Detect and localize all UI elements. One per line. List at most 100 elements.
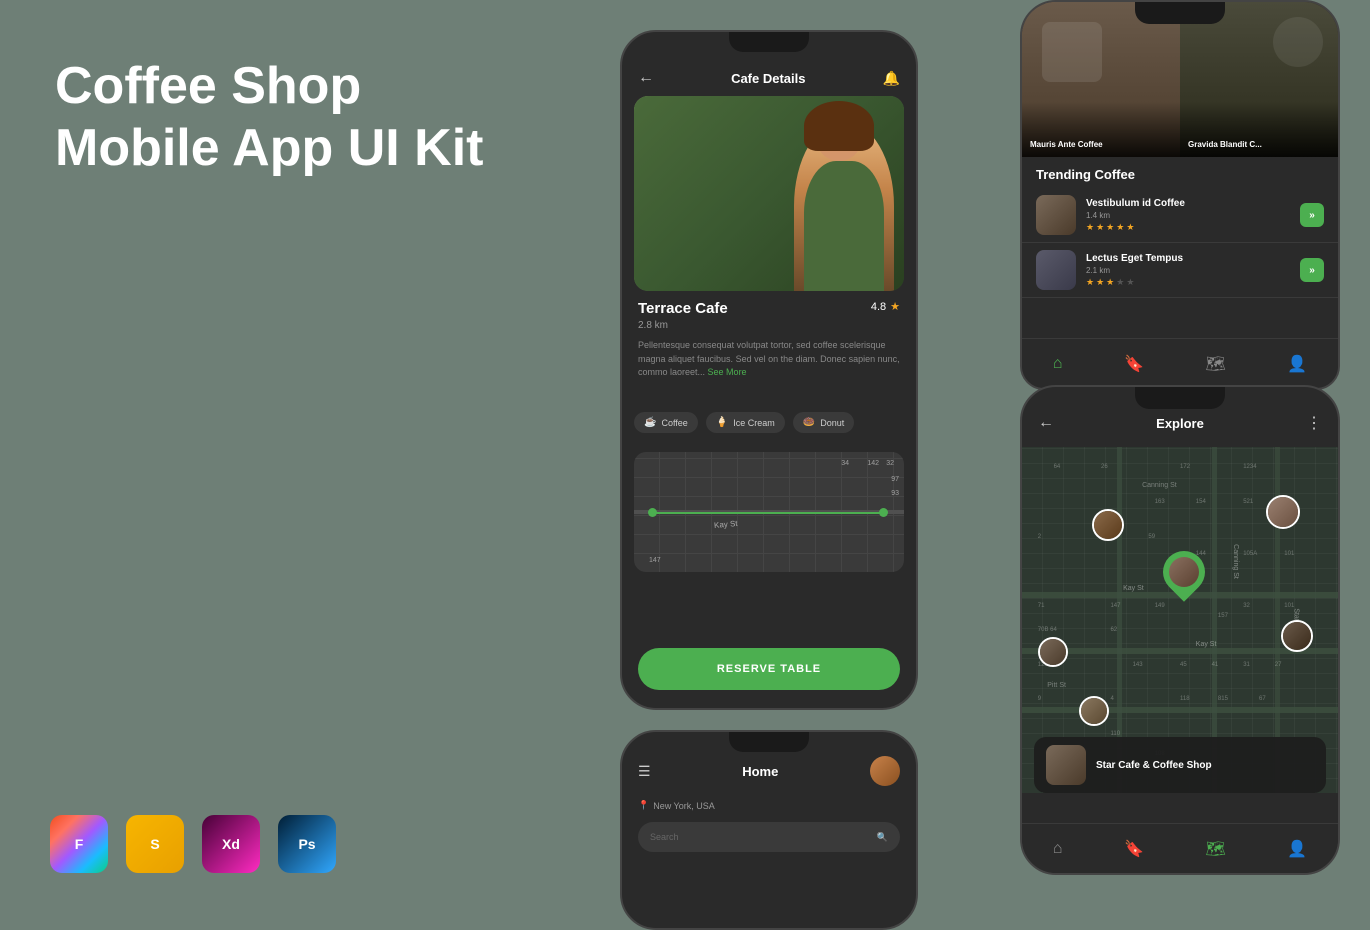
trending-item-2[interactable]: Lectus Eget Tempus 2.1 km ★ ★ ★ ★ ★ » (1022, 243, 1338, 298)
map-num: 1234 (1243, 464, 1256, 470)
map-num: 59 (1148, 534, 1155, 540)
pill-coffee[interactable]: ☕ Coffee (634, 412, 698, 433)
pill-donut[interactable]: 🍩 Donut (793, 412, 854, 433)
cafe-distance: 2.8 km (638, 320, 900, 331)
trending-item-1[interactable]: Vestibulum id Coffee 1.4 km ★ ★ ★ ★ ★ » (1022, 188, 1338, 243)
phone-notch-trending (1135, 2, 1225, 24)
xd-icon: Xd (202, 815, 260, 873)
street-label-6: Pitt St (1047, 682, 1066, 689)
icecream-icon: 🍦 (716, 417, 728, 428)
home-title: Home (742, 764, 778, 779)
map-number: 97 (891, 476, 899, 483)
stars-row-2: ★ ★ ★ ★ ★ (1086, 277, 1290, 288)
search-icon: 🔍 (877, 832, 888, 843)
map-start-dot (648, 508, 657, 517)
search-bar[interactable]: Search 🔍 (638, 822, 900, 852)
map-num: 157 (1218, 613, 1228, 619)
street-label-1: Kay St (1123, 585, 1144, 592)
map-num: 118 (1180, 696, 1190, 702)
bell-icon[interactable]: 🔔 (883, 70, 900, 87)
trending-title: Trending Coffee (1022, 157, 1338, 188)
street-label-2: Kay St (1196, 641, 1217, 648)
nav-map-explore[interactable]: 🗺 (1205, 839, 1225, 859)
map-num: 105A (1243, 551, 1257, 557)
map-num: 71 (1038, 603, 1045, 609)
back-icon[interactable]: ← (638, 69, 654, 87)
figma-icon: F (50, 815, 108, 873)
map-num: 815 (1218, 696, 1228, 702)
user-avatar[interactable] (870, 756, 900, 786)
screen-title: Cafe Details (731, 71, 805, 86)
map-number: 142 (867, 460, 879, 467)
trending-arrow-2[interactable]: » (1300, 258, 1324, 282)
map-num: 32 (1243, 603, 1250, 609)
explore-title: Explore (1156, 416, 1204, 431)
hamburger-icon[interactable]: ☰ (638, 763, 651, 780)
map-num: 62 (1110, 627, 1117, 633)
star-3: ★ (1106, 222, 1114, 233)
explore-header: ← Explore ⋮ (1022, 413, 1338, 433)
map-num: 4 (1110, 696, 1113, 702)
featured-1-label: Mauris Ante Coffee (1030, 140, 1103, 149)
cafe-rating: 4.8 ★ (871, 300, 900, 313)
cafe-info: Terrace Cafe 4.8 ★ 2.8 km Pellentesque c… (638, 300, 900, 380)
phone-explore: ← Explore ⋮ Kay St Kay St Canning St Sta… (1020, 385, 1340, 875)
map-pin-5 (1079, 696, 1109, 726)
star-cafe-card[interactable]: Star Cafe & Coffee Shop (1034, 737, 1326, 793)
map-num: 147 (1110, 603, 1120, 609)
map-num: 67 (1259, 696, 1266, 702)
star-5: ★ (1126, 222, 1134, 233)
map-num: 70B 64 (1038, 627, 1057, 633)
star-2: ★ (1096, 222, 1104, 233)
trending-arrow-1[interactable]: » (1300, 203, 1324, 227)
map-num: 149 (1155, 603, 1165, 609)
map-num: 26 (1101, 464, 1108, 470)
reserve-table-button[interactable]: RESERVE TABLE (638, 648, 900, 690)
mini-map: Kay St 142 34 32 97 93 147 (634, 452, 904, 572)
phone-notch-home (729, 732, 809, 752)
pill-icecream[interactable]: 🍦 Ice Cream (706, 412, 785, 433)
map-end-dot (879, 508, 888, 517)
map-number: 93 (891, 490, 899, 497)
map-num: 2 (1038, 534, 1041, 540)
donut-icon: 🍩 (803, 417, 815, 428)
map-num: 101 (1284, 551, 1294, 557)
nav-profile-icon[interactable]: 👤 (1287, 354, 1307, 374)
featured-cards: Mauris Ante Coffee Mauris Ante Coffee Gr… (1022, 2, 1338, 157)
star-cafe-info: Star Cafe & Coffee Shop (1096, 760, 1212, 771)
phone-cafe-details: ← Cafe Details 🔔 Terrace Cafe 4.8 ★ 2.8 … (620, 30, 918, 710)
ps-icon: Ps (278, 815, 336, 873)
map-num: 163 (1155, 499, 1165, 505)
sketch-icon: S (126, 815, 184, 873)
coffee-icon: ☕ (644, 417, 656, 428)
nav-bookmark-icon[interactable]: 🔖 (1124, 354, 1144, 374)
map-num: 64 (1054, 464, 1061, 470)
map-num: 143 (1133, 662, 1143, 668)
nav-home-explore[interactable]: ⌂ (1053, 840, 1063, 858)
trending-info-2: Lectus Eget Tempus 2.1 km ★ ★ ★ ★ ★ (1086, 253, 1290, 288)
map-num: 101 (1284, 603, 1294, 609)
featured-card-2: Gravida Blandit C... (1180, 2, 1338, 157)
category-pills: ☕ Coffee 🍦 Ice Cream 🍩 Donut (634, 412, 854, 433)
see-more-link[interactable]: See More (708, 367, 747, 377)
trending-thumb-2 (1036, 250, 1076, 290)
back-icon-explore[interactable]: ← (1038, 414, 1054, 432)
featured-2-label: Gravida Blandit C... (1188, 140, 1262, 149)
cafe-name: Terrace Cafe (638, 300, 728, 317)
nav-home-icon[interactable]: ⌂ (1053, 355, 1063, 373)
more-icon[interactable]: ⋮ (1306, 413, 1322, 433)
nav-bookmark-explore[interactable]: 🔖 (1124, 839, 1144, 859)
map-pin-4 (1281, 620, 1313, 652)
cafe-header: ← Cafe Details 🔔 (622, 60, 916, 96)
street-label-5: Canning St (1142, 482, 1177, 489)
cafe-description: Pellentesque consequat volutpat tortor, … (638, 339, 900, 380)
map-num: 154 (1196, 499, 1206, 505)
hero-title: Coffee Shop Mobile App UI Kit (55, 55, 483, 180)
nav-map-icon[interactable]: 🗺 (1205, 354, 1225, 374)
rating-star: ★ (890, 300, 900, 313)
star-cafe-thumb (1046, 745, 1086, 785)
map-num: 45 (1180, 662, 1187, 668)
home-header: ☰ Home (638, 756, 900, 786)
nav-profile-explore[interactable]: 👤 (1287, 839, 1307, 859)
trending-info-1: Vestibulum id Coffee 1.4 km ★ ★ ★ ★ ★ (1086, 198, 1290, 233)
